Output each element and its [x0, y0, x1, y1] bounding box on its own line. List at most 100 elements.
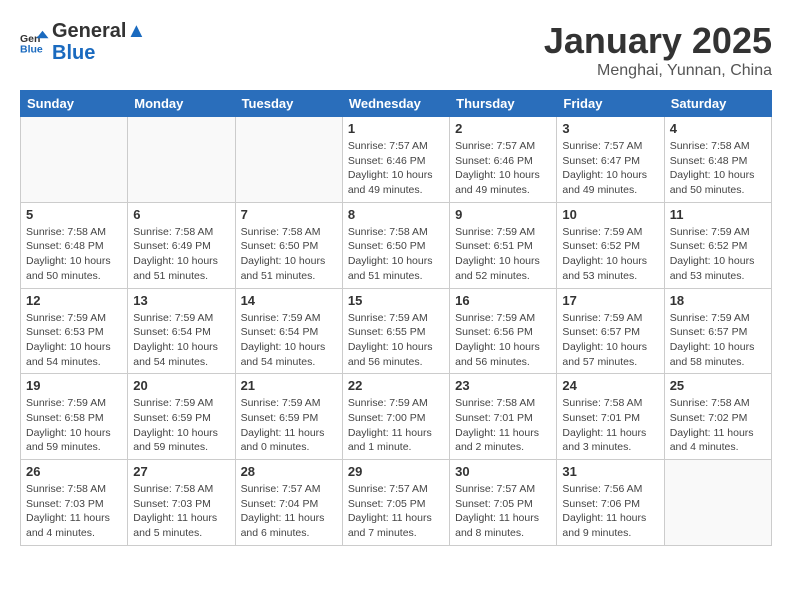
day-number: 25 [670, 378, 766, 393]
calendar-cell: 31Sunrise: 7:56 AMSunset: 7:06 PMDayligh… [557, 460, 664, 546]
day-number: 16 [455, 293, 551, 308]
day-number: 20 [133, 378, 229, 393]
day-number: 7 [241, 207, 337, 222]
day-number: 2 [455, 121, 551, 136]
day-number: 10 [562, 207, 658, 222]
calendar-cell: 17 Sunrise: 7:59 AMSunset: 6:57 PMDayligh… [557, 288, 664, 374]
logo-icon: Gen Blue [20, 27, 50, 57]
header-row: SundayMondayTuesdayWednesdayThursdayFrid… [21, 91, 772, 117]
day-info: Sunrise: 7:59 AMSunset: 6:58 PMDaylight:… [26, 396, 122, 455]
calendar-cell: 26 Sunrise: 7:58 AMSunset: 7:03 PMDayligh… [21, 460, 128, 546]
day-info: Sunrise: 7:58 AMSunset: 7:03 PMDaylight:… [133, 482, 229, 541]
day-info: Sunrise: 7:59 AMSunset: 6:56 PMDaylight:… [455, 311, 551, 370]
week-row-2: 5 Sunrise: 7:58 AMSunset: 6:48 PMDaylight… [21, 202, 772, 288]
day-number: 11 [670, 207, 766, 222]
day-info: Sunrise: 7:57 AMSunset: 7:04 PMDaylight:… [241, 482, 337, 541]
day-info: Sunrise: 7:59 AMSunset: 6:51 PMDaylight:… [455, 225, 551, 284]
day-info: Sunrise: 7:59 AMSunset: 6:54 PMDaylight:… [241, 311, 337, 370]
calendar-table: SundayMondayTuesdayWednesdayThursdayFrid… [20, 90, 772, 546]
svg-text:Blue: Blue [20, 44, 43, 56]
header-wednesday: Wednesday [342, 91, 449, 117]
day-number: 14 [241, 293, 337, 308]
day-info: Sunrise: 7:57 AMSunset: 6:46 PMDaylight:… [455, 139, 551, 198]
calendar-cell: 21Sunrise: 7:59 AMSunset: 6:59 PMDayligh… [235, 374, 342, 460]
calendar-cell: 15Sunrise: 7:59 AMSunset: 6:55 PMDayligh… [342, 288, 449, 374]
day-info: Sunrise: 7:58 AMSunset: 6:48 PMDaylight:… [26, 225, 122, 284]
day-number: 29 [348, 464, 444, 479]
calendar-cell: 25 Sunrise: 7:58 AMSunset: 7:02 PMDayligh… [664, 374, 771, 460]
calendar-cell [128, 117, 235, 203]
day-number: 18 [670, 293, 766, 308]
day-number: 28 [241, 464, 337, 479]
calendar-cell: 6Sunrise: 7:58 AMSunset: 6:49 PMDaylight… [128, 202, 235, 288]
calendar-cell: 22 Sunrise: 7:59 AMSunset: 7:00 PMDayligh… [342, 374, 449, 460]
calendar-cell: 10 Sunrise: 7:59 AMSunset: 6:52 PMDayligh… [557, 202, 664, 288]
day-number: 21 [241, 378, 337, 393]
day-info: Sunrise: 7:59 AMSunset: 6:52 PMDaylight:… [562, 225, 658, 284]
calendar-cell: 2 Sunrise: 7:57 AMSunset: 6:46 PMDaylight… [450, 117, 557, 203]
calendar-cell: 5 Sunrise: 7:58 AMSunset: 6:48 PMDaylight… [21, 202, 128, 288]
calendar-cell: 19 Sunrise: 7:59 AMSunset: 6:58 PMDayligh… [21, 374, 128, 460]
calendar-cell [21, 117, 128, 203]
day-number: 1 [348, 121, 444, 136]
calendar-cell: 11Sunrise: 7:59 AMSunset: 6:52 PMDayligh… [664, 202, 771, 288]
day-info: Sunrise: 7:58 AMSunset: 6:48 PMDaylight:… [670, 139, 766, 198]
week-row-5: 26 Sunrise: 7:58 AMSunset: 7:03 PMDayligh… [21, 460, 772, 546]
day-number: 23 [455, 378, 551, 393]
title-block: January 2025 Menghai, Yunnan, China [544, 20, 772, 80]
day-number: 8 [348, 207, 444, 222]
calendar-cell: 20 Sunrise: 7:59 AMSunset: 6:59 PMDayligh… [128, 374, 235, 460]
day-info: Sunrise: 7:58 AMSunset: 7:01 PMDaylight:… [562, 396, 658, 455]
month-title: January 2025 [544, 20, 772, 62]
week-row-3: 12Sunrise: 7:59 AMSunset: 6:53 PMDayligh… [21, 288, 772, 374]
header-sunday: Sunday [21, 91, 128, 117]
day-number: 17 [562, 293, 658, 308]
week-row-4: 19 Sunrise: 7:59 AMSunset: 6:58 PMDayligh… [21, 374, 772, 460]
day-info: Sunrise: 7:58 AMSunset: 7:03 PMDaylight:… [26, 482, 122, 541]
calendar-cell: 7 Sunrise: 7:58 AMSunset: 6:50 PMDaylight… [235, 202, 342, 288]
day-info: Sunrise: 7:58 AMSunset: 6:49 PMDaylight:… [133, 225, 229, 284]
day-info: Sunrise: 7:59 AMSunset: 6:57 PMDaylight:… [562, 311, 658, 370]
calendar-cell: 13 Sunrise: 7:59 AMSunset: 6:54 PMDayligh… [128, 288, 235, 374]
day-number: 19 [26, 378, 122, 393]
calendar-cell: 9Sunrise: 7:59 AMSunset: 6:51 PMDaylight… [450, 202, 557, 288]
calendar-cell: 27Sunrise: 7:58 AMSunset: 7:03 PMDayligh… [128, 460, 235, 546]
day-number: 15 [348, 293, 444, 308]
day-number: 5 [26, 207, 122, 222]
calendar-cell: 12Sunrise: 7:59 AMSunset: 6:53 PMDayligh… [21, 288, 128, 374]
logo: Gen Blue General▲ Blue [20, 20, 146, 64]
calendar-cell: 30 Sunrise: 7:57 AMSunset: 7:05 PMDayligh… [450, 460, 557, 546]
day-number: 13 [133, 293, 229, 308]
day-info: Sunrise: 7:59 AMSunset: 6:59 PMDaylight:… [133, 396, 229, 455]
day-info: Sunrise: 7:59 AMSunset: 6:53 PMDaylight:… [26, 311, 122, 370]
day-info: Sunrise: 7:58 AMSunset: 7:02 PMDaylight:… [670, 396, 766, 455]
day-info: Sunrise: 7:56 AMSunset: 7:06 PMDaylight:… [562, 482, 658, 541]
day-info: Sunrise: 7:59 AMSunset: 6:54 PMDaylight:… [133, 311, 229, 370]
calendar-cell: 14 Sunrise: 7:59 AMSunset: 6:54 PMDayligh… [235, 288, 342, 374]
calendar-cell: 16 Sunrise: 7:59 AMSunset: 6:56 PMDayligh… [450, 288, 557, 374]
header-friday: Friday [557, 91, 664, 117]
day-info: Sunrise: 7:57 AMSunset: 7:05 PMDaylight:… [348, 482, 444, 541]
calendar-cell: 28 Sunrise: 7:57 AMSunset: 7:04 PMDayligh… [235, 460, 342, 546]
day-info: Sunrise: 7:57 AMSunset: 7:05 PMDaylight:… [455, 482, 551, 541]
calendar-cell [235, 117, 342, 203]
day-number: 26 [26, 464, 122, 479]
calendar-cell: 4 Sunrise: 7:58 AMSunset: 6:48 PMDaylight… [664, 117, 771, 203]
day-number: 30 [455, 464, 551, 479]
header-tuesday: Tuesday [235, 91, 342, 117]
header-monday: Monday [128, 91, 235, 117]
header-saturday: Saturday [664, 91, 771, 117]
calendar-cell: 1 Sunrise: 7:57 AMSunset: 6:46 PMDaylight… [342, 117, 449, 203]
day-number: 22 [348, 378, 444, 393]
day-info: Sunrise: 7:58 AMSunset: 6:50 PMDaylight:… [241, 225, 337, 284]
calendar-cell: 23Sunrise: 7:58 AMSunset: 7:01 PMDayligh… [450, 374, 557, 460]
calendar-cell: 24Sunrise: 7:58 AMSunset: 7:01 PMDayligh… [557, 374, 664, 460]
day-info: Sunrise: 7:57 AMSunset: 6:46 PMDaylight:… [348, 139, 444, 198]
calendar-cell: 29 Sunrise: 7:57 AMSunset: 7:05 PMDayligh… [342, 460, 449, 546]
logo-text-line1: General▲ [52, 20, 146, 42]
day-info: Sunrise: 7:59 AMSunset: 7:00 PMDaylight:… [348, 396, 444, 455]
day-number: 4 [670, 121, 766, 136]
day-info: Sunrise: 7:58 AMSunset: 6:50 PMDaylight:… [348, 225, 444, 284]
day-info: Sunrise: 7:59 AMSunset: 6:57 PMDaylight:… [670, 311, 766, 370]
location-subtitle: Menghai, Yunnan, China [544, 62, 772, 80]
